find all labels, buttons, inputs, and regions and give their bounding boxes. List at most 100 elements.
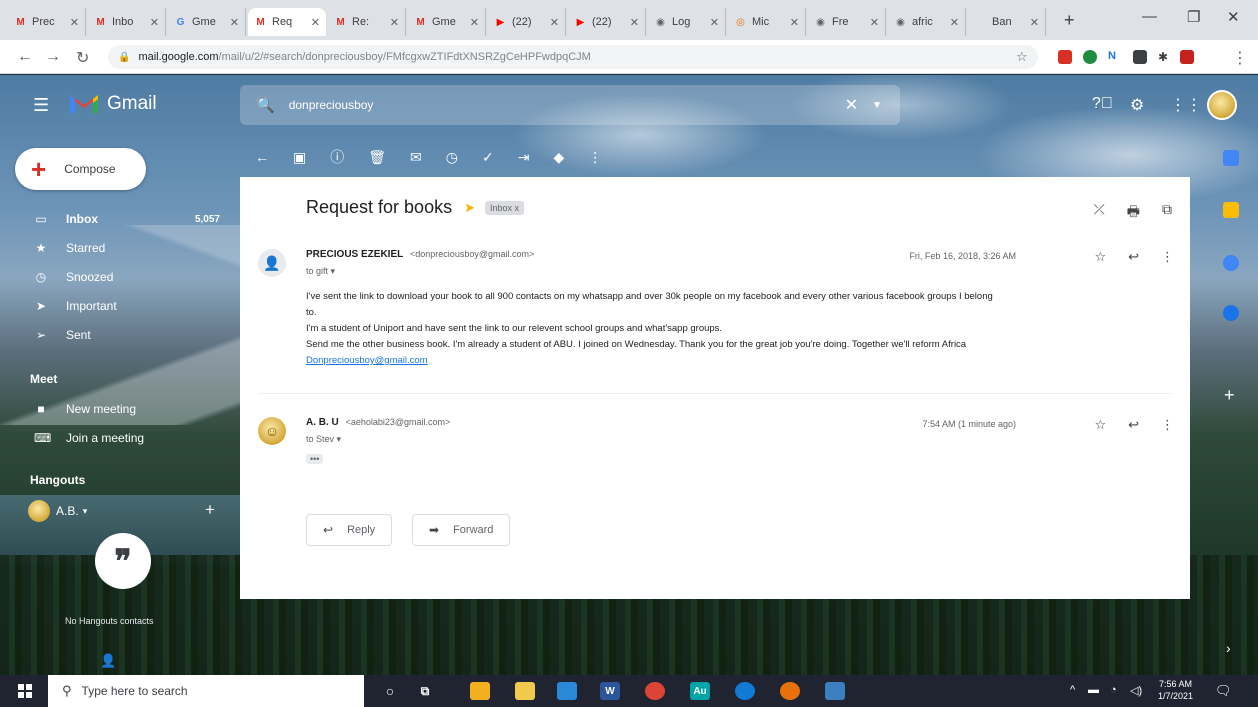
extension-icon[interactable] bbox=[1180, 50, 1194, 64]
open-new-window-icon[interactable]: ⧉ bbox=[1162, 201, 1172, 225]
close-tab-icon[interactable]: ✕ bbox=[790, 16, 799, 29]
browser-tab[interactable]: M Prec ✕ bbox=[8, 8, 86, 36]
back-icon[interactable]: ← bbox=[17, 48, 33, 66]
show-trimmed-content-button[interactable]: ••• bbox=[306, 454, 324, 464]
task-view-icon[interactable]: ⧉ bbox=[415, 682, 435, 700]
add-hangout-icon[interactable]: + bbox=[205, 500, 215, 520]
hangouts-user[interactable]: A.B. ▾ bbox=[28, 500, 87, 522]
browser-tab[interactable]: ◉ Log ✕ bbox=[648, 8, 726, 36]
search-icon[interactable]: 🔍 bbox=[256, 96, 275, 114]
help-icon[interactable]: ?⃝ bbox=[1092, 95, 1113, 113]
sidebar-item-inbox[interactable]: ▭ Inbox 5,057 bbox=[0, 205, 240, 233]
tray-chevron-icon[interactable]: ^ bbox=[1070, 684, 1075, 696]
close-tab-icon[interactable]: ✕ bbox=[710, 16, 719, 29]
clear-search-icon[interactable]: ✕ bbox=[845, 95, 858, 115]
recipient-line[interactable]: to gift ▾ bbox=[306, 266, 335, 277]
meet-item[interactable]: ⌨ Join a meeting bbox=[0, 424, 240, 452]
app-icon[interactable] bbox=[825, 682, 845, 700]
get-addons-icon[interactable]: + bbox=[1224, 385, 1235, 406]
extension-icon[interactable]: N bbox=[1108, 50, 1122, 64]
browser-tab[interactable]: ◎ Mic ✕ bbox=[728, 8, 806, 36]
snooze-icon[interactable]: ◷ bbox=[446, 149, 458, 166]
inbox-label-chip[interactable]: Inbox x bbox=[485, 200, 525, 215]
cortana-icon[interactable]: ○ bbox=[380, 682, 400, 700]
browser-tab[interactable]: M Re: ✕ bbox=[328, 8, 406, 36]
mail-app-icon[interactable] bbox=[557, 682, 577, 700]
mark-unread-icon[interactable]: ✉ bbox=[410, 149, 422, 166]
back-to-search-icon[interactable]: ← bbox=[255, 149, 269, 165]
browser-tab[interactable]: M Inbo ✕ bbox=[88, 8, 166, 36]
address-bar[interactable]: 🔒 mail.google.com /mail/u/2/#search/donp… bbox=[108, 45, 1038, 69]
word-icon[interactable]: W bbox=[600, 682, 620, 700]
battery-icon[interactable]: ▬ bbox=[1088, 684, 1099, 696]
volume-icon[interactable]: ◁) bbox=[1130, 684, 1142, 697]
main-menu-icon[interactable]: ☰ bbox=[33, 95, 49, 116]
calendar-icon[interactable] bbox=[1223, 150, 1239, 166]
chrome-icon[interactable] bbox=[645, 682, 665, 700]
more-options-icon[interactable]: ⋮ bbox=[588, 149, 602, 166]
settings-gear-icon[interactable]: ⚙ bbox=[1130, 95, 1144, 115]
close-tab-icon[interactable]: ✕ bbox=[230, 16, 239, 29]
email-message[interactable]: 👤 PRECIOUS EZEKIEL <donpreciousboy@gmail… bbox=[258, 249, 1178, 389]
more-icon[interactable]: ⋮ bbox=[1161, 417, 1174, 433]
new-tab-button[interactable]: + bbox=[1064, 10, 1075, 31]
sidebar-item-starred[interactable]: ★ Starred bbox=[0, 234, 240, 262]
browser-tab[interactable]: ◉ Fre ✕ bbox=[808, 8, 886, 36]
move-to-icon[interactable]: ⇥ bbox=[518, 149, 530, 166]
close-tab-icon[interactable]: ✕ bbox=[390, 16, 399, 29]
maximize-button[interactable]: ❐ bbox=[1187, 8, 1200, 26]
tasks-icon[interactable] bbox=[1223, 255, 1239, 271]
wifi-icon[interactable]: ◔ bbox=[1110, 684, 1117, 696]
label-icon[interactable]: ◆ bbox=[553, 149, 564, 166]
report-spam-icon[interactable]: ⓘ bbox=[330, 147, 344, 167]
extension-icon[interactable] bbox=[1133, 50, 1147, 64]
extension-icon[interactable] bbox=[1058, 50, 1072, 64]
browser-tab[interactable]: ▶ (22) ✕ bbox=[488, 8, 566, 36]
search-input[interactable] bbox=[288, 98, 829, 112]
more-icon[interactable]: ⋮ bbox=[1161, 249, 1174, 265]
close-tab-icon[interactable]: ✕ bbox=[311, 16, 320, 29]
account-avatar[interactable] bbox=[1207, 90, 1237, 120]
close-tab-icon[interactable]: ✕ bbox=[550, 16, 559, 29]
sidebar-item-important[interactable]: ➤ Important bbox=[0, 292, 240, 320]
keep-icon[interactable] bbox=[1223, 202, 1239, 218]
star-icon[interactable]: ☆ bbox=[1094, 417, 1106, 433]
sidebar-item-sent[interactable]: ➢ Sent bbox=[0, 321, 240, 349]
minimize-button[interactable]: — bbox=[1142, 8, 1157, 25]
close-window-button[interactable]: ✕ bbox=[1227, 8, 1240, 26]
close-tab-icon[interactable]: ✕ bbox=[150, 16, 159, 29]
close-tab-icon[interactable]: ✕ bbox=[70, 16, 79, 29]
extension-icon[interactable] bbox=[1083, 50, 1097, 64]
taskbar-clock[interactable]: 7:56 AM 1/7/2021 bbox=[1158, 678, 1193, 702]
archive-icon[interactable]: ▣ bbox=[293, 149, 306, 166]
sidebar-item-snoozed[interactable]: ◷ Snoozed bbox=[0, 263, 240, 291]
reply-icon[interactable]: ↩ bbox=[1128, 417, 1139, 433]
browser-tab[interactable]: ▶ (22) ✕ bbox=[568, 8, 646, 36]
extensions-puzzle-icon[interactable]: ✱ bbox=[1158, 50, 1172, 64]
reload-icon[interactable]: ↻ bbox=[76, 48, 89, 68]
reply-icon[interactable]: ↩ bbox=[1128, 249, 1139, 265]
audition-icon[interactable]: Au bbox=[690, 682, 710, 700]
meet-item[interactable]: ■ New meeting bbox=[0, 395, 240, 423]
hangouts-person-icon[interactable]: 👤 bbox=[100, 653, 116, 669]
browser-tab[interactable]: M Gme ✕ bbox=[408, 8, 486, 36]
recipient-line[interactable]: to Stev ▾ bbox=[306, 434, 341, 445]
browser-tab[interactable]: ◉ afric ✕ bbox=[888, 8, 966, 36]
notifications-icon[interactable]: 🗨 bbox=[1215, 683, 1232, 699]
expand-side-panel-icon[interactable]: › bbox=[1226, 640, 1231, 656]
close-tab-icon[interactable]: ✕ bbox=[470, 16, 479, 29]
contacts-icon[interactable] bbox=[1223, 305, 1239, 321]
close-tab-icon[interactable]: ✕ bbox=[950, 16, 959, 29]
browser-tab[interactable]: G Gme ✕ bbox=[168, 8, 246, 36]
taskbar-search[interactable]: ⚲ Type here to search bbox=[48, 675, 364, 707]
email-message[interactable]: ☺ A. B. U <aeholabi23@gmail.com> to Stev… bbox=[258, 417, 1178, 477]
browser-tab[interactable]: M Req ✕ bbox=[248, 8, 326, 36]
email-link[interactable]: Donpreciousboy@gmail.com bbox=[306, 353, 1176, 369]
chrome-menu-icon[interactable]: ⋮ bbox=[1232, 48, 1248, 68]
star-icon[interactable]: ☆ bbox=[1094, 249, 1106, 265]
forward-button[interactable]: ➡ Forward bbox=[412, 514, 511, 546]
bookmark-star-icon[interactable]: ☆ bbox=[1016, 49, 1028, 65]
file-explorer-icon[interactable] bbox=[515, 682, 535, 700]
reply-button[interactable]: ↩ Reply bbox=[306, 514, 393, 546]
close-tab-icon[interactable]: ✕ bbox=[1030, 16, 1039, 29]
